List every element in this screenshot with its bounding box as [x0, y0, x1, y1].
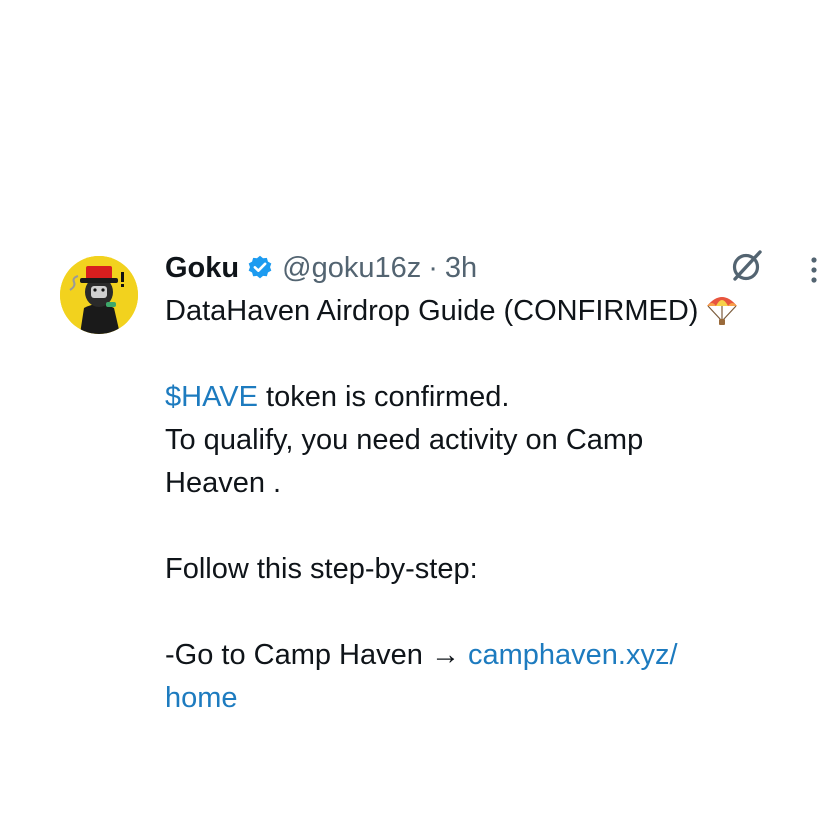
grok-icon[interactable] [727, 246, 767, 286]
tweet-line: Follow this step-by-step: [165, 553, 478, 585]
parachute-emoji [704, 292, 740, 328]
tweet-line-text: -Go to Camp Haven → [165, 639, 468, 671]
tweet-title-line: DataHaven Airdrop Guide (CONFIRMED) [165, 290, 805, 333]
url-link-part[interactable]: home [165, 682, 238, 714]
author-name[interactable]: Goku [165, 248, 239, 288]
separator-dot: · [428, 252, 438, 284]
tweet-text: DataHaven Airdrop Guide (CONFIRMED) $HAV… [165, 290, 805, 720]
tweet-line-text: token is confirmed. [257, 381, 510, 413]
tweet-title: DataHaven Airdrop Guide (CONFIRMED) [165, 295, 699, 327]
tweet-line-link: -Go to Camp Haven → camphaven.xyz/ [165, 634, 805, 677]
avatar[interactable] [60, 256, 138, 334]
tweet-line: To qualify, you need activity on Camp [165, 424, 644, 456]
author-handle[interactable]: @goku16z [282, 248, 421, 288]
tweet-line: Heaven . [165, 467, 282, 499]
tweet-timestamp[interactable]: 3h [445, 248, 477, 288]
tweet-line-link-continued: home [165, 677, 805, 720]
verified-badge-icon [246, 254, 274, 282]
more-options-icon[interactable] [802, 252, 826, 288]
tweet-header: Goku @goku16z · 3h [165, 248, 477, 288]
tweet-line-ticker: $HAVE token is confirmed. [165, 376, 805, 419]
avatar-image [60, 256, 138, 334]
tweet-card[interactable]: Goku @goku16z · 3h DataHaven Airdrop Gui… [0, 0, 829, 829]
cashtag-link[interactable]: $HAVE [165, 381, 258, 413]
url-link-part[interactable]: camphaven.xyz/ [468, 639, 678, 671]
